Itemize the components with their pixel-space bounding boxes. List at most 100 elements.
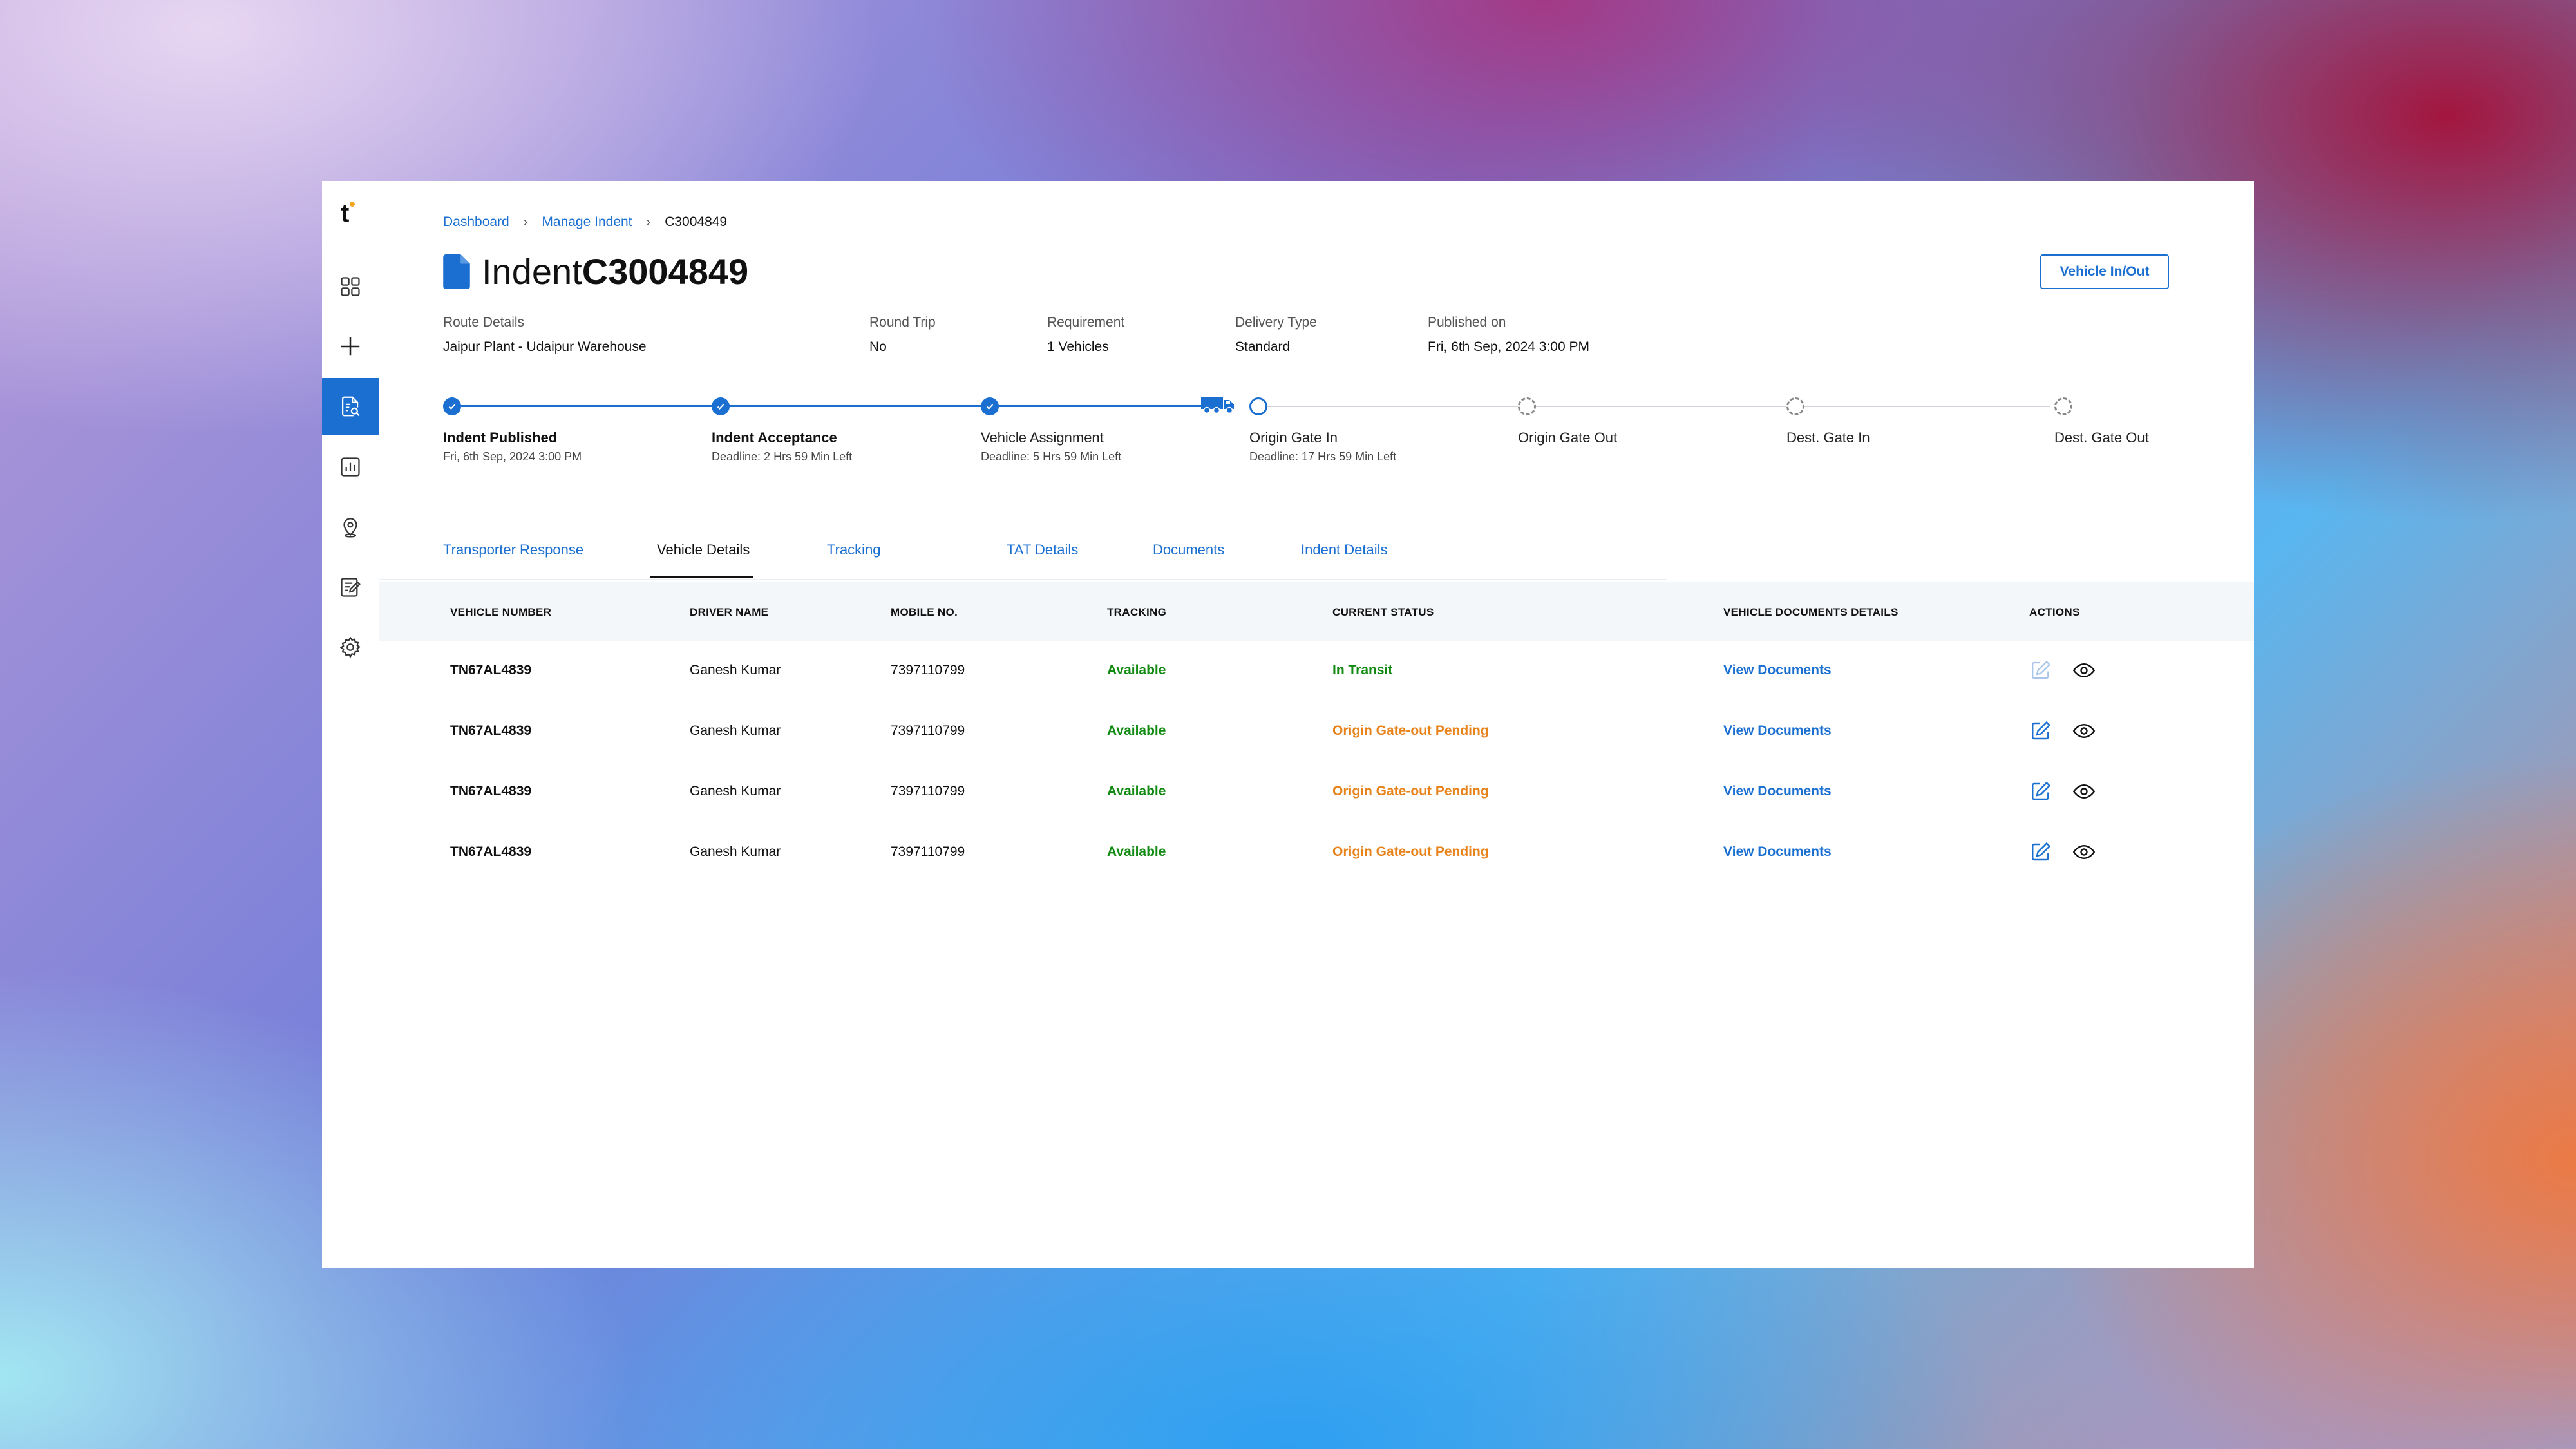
chevron-right-icon: ›	[523, 214, 528, 229]
step-subtitle: Deadline: 17 Hrs 59 Min Left	[1249, 450, 1397, 463]
meta-value: Fri, 6th Sep, 2024 3:00 PM	[1428, 339, 1589, 354]
column-header: CURRENT STATUS	[1332, 606, 1434, 618]
meta-label: Route Details	[443, 315, 525, 330]
plus-icon	[341, 337, 360, 356]
view-documents-link[interactable]: View Documents	[1723, 723, 1832, 739]
edit-list-icon	[341, 578, 361, 597]
check-icon	[981, 397, 999, 415]
vehicle-number: TN67AL4839	[450, 663, 532, 677]
vehicle-in-out-button[interactable]: Vehicle In/Out	[2040, 254, 2169, 289]
step-subtitle: Deadline: 2 Hrs 59 Min Left	[712, 450, 853, 463]
gear-icon	[339, 636, 361, 658]
edit-icon[interactable]	[2029, 840, 2052, 864]
current-status: Origin Gate-out Pending	[1332, 784, 1489, 799]
mobile-number: 7397110799	[891, 663, 965, 677]
driver-name: Ganesh Kumar	[690, 723, 781, 738]
meta-label: Published on	[1428, 315, 1506, 330]
meta-round-trip: Round Trip No	[869, 315, 936, 355]
document-search-icon	[342, 396, 360, 417]
progress-stepper: Indent Published Fri, 6th Sep, 2024 3:00…	[443, 393, 2164, 477]
pending-step-indicator	[1786, 397, 1804, 415]
step-title: Indent Published	[443, 430, 558, 446]
current-status: In Transit	[1332, 663, 1393, 677]
meta-label: Delivery Type	[1235, 315, 1317, 330]
table-row: TN67AL4839 Ganesh Kumar 7397110799 Avail…	[379, 822, 2254, 883]
step-subtitle: Fri, 6th Sep, 2024 3:00 PM	[443, 450, 582, 463]
stepper-line-done	[452, 405, 1206, 407]
meta-value: Standard	[1235, 339, 1291, 354]
current-step-indicator	[1249, 397, 1267, 415]
view-documents-link[interactable]: View Documents	[1723, 784, 1832, 799]
sidebar-item-settings[interactable]	[322, 619, 379, 676]
step-subtitle: Deadline: 5 Hrs 59 Min Left	[981, 450, 1122, 463]
eye-icon[interactable]	[2072, 840, 2096, 864]
breadcrumb-current: C3004849	[665, 214, 728, 229]
bar-chart-icon	[341, 457, 360, 477]
tab-vehicle-details[interactable]: Vehicle Details	[657, 542, 750, 558]
main-content: Dashboard › Manage Indent › C3004849 Ind…	[379, 181, 2254, 1268]
eye-icon[interactable]	[2072, 780, 2096, 803]
tab-documents[interactable]: Documents	[1153, 542, 1224, 558]
step-title: Vehicle Assignment	[981, 430, 1104, 446]
vehicle-number: TN67AL4839	[450, 844, 532, 859]
eye-icon[interactable]	[2072, 719, 2096, 743]
pending-step-indicator	[2054, 397, 2072, 415]
column-header: VEHICLE NUMBER	[450, 606, 552, 618]
vehicle-number: TN67AL4839	[450, 723, 532, 738]
table-header: VEHICLE NUMBER DRIVER NAME MOBILE NO. TR…	[379, 582, 2254, 641]
breadcrumb-dashboard[interactable]: Dashboard	[443, 214, 509, 230]
truck-icon	[1201, 397, 1234, 414]
dashboard-grid-icon	[341, 277, 360, 296]
current-status: Origin Gate-out Pending	[1332, 844, 1489, 859]
tab-bar: Transporter Response Vehicle Details Tra…	[379, 516, 1667, 580]
location-pin-icon	[343, 518, 357, 538]
view-documents-link[interactable]: View Documents	[1723, 844, 1832, 860]
tracking-status: Available	[1107, 844, 1166, 859]
stepper-line-pending	[1252, 406, 2050, 407]
column-header: VEHICLE DOCUMENTS DETAILS	[1723, 606, 1899, 618]
step-title: Origin Gate In	[1249, 430, 1338, 446]
meta-label: Requirement	[1047, 315, 1125, 330]
mobile-number: 7397110799	[891, 784, 965, 799]
edit-icon[interactable]	[2029, 659, 2052, 682]
sidebar-item-create[interactable]	[322, 318, 379, 375]
meta-route: Route Details Jaipur Plant - Udaipur War…	[443, 315, 647, 355]
column-header: MOBILE NO.	[891, 606, 958, 618]
meta-value: No	[869, 339, 887, 354]
edit-icon[interactable]	[2029, 780, 2052, 803]
sidebar-item-edit[interactable]	[322, 559, 379, 616]
meta-value: Jaipur Plant - Udaipur Warehouse	[443, 339, 647, 354]
page-title: IndentC3004849	[443, 251, 748, 292]
eye-icon[interactable]	[2072, 659, 2096, 682]
tracking-status: Available	[1107, 784, 1166, 799]
column-header: ACTIONS	[2029, 606, 2080, 618]
meta-requirement: Requirement 1 Vehicles	[1047, 315, 1124, 355]
logo-dot	[350, 202, 355, 207]
app-logo[interactable]: t	[341, 200, 360, 226]
tab-transporter-response[interactable]: Transporter Response	[443, 542, 583, 558]
step-title: Origin Gate Out	[1518, 430, 1618, 446]
step-title: Dest. Gate In	[1786, 430, 1870, 446]
app-window: t Dashboard › Manage Indent › C3004849 I…	[322, 181, 2254, 1268]
tab-tat-details[interactable]: TAT Details	[1007, 542, 1078, 558]
tab-indent-details[interactable]: Indent Details	[1301, 542, 1388, 558]
table-row: TN67AL4839 Ganesh Kumar 7397110799 Avail…	[379, 701, 2254, 762]
sidebar-item-reports[interactable]	[322, 439, 379, 495]
meta-label: Round Trip	[869, 315, 936, 330]
vehicle-number: TN67AL4839	[450, 784, 532, 799]
tracking-status: Available	[1107, 663, 1166, 677]
meta-published-on: Published on Fri, 6th Sep, 2024 3:00 PM	[1428, 315, 1589, 355]
edit-icon[interactable]	[2029, 719, 2052, 743]
view-documents-link[interactable]: View Documents	[1723, 663, 1832, 678]
active-tab-underline	[650, 576, 753, 578]
logo-text: t	[341, 199, 350, 227]
sidebar-item-dashboard[interactable]	[322, 258, 379, 315]
sidebar-item-locations[interactable]	[322, 498, 379, 555]
mobile-number: 7397110799	[891, 723, 965, 738]
tab-tracking[interactable]: Tracking	[827, 542, 881, 558]
sidebar-item-manage-indent[interactable]	[322, 378, 379, 435]
tracking-status: Available	[1107, 723, 1166, 738]
meta-delivery-type: Delivery Type Standard	[1235, 315, 1317, 355]
breadcrumb-manage-indent[interactable]: Manage Indent	[542, 214, 632, 230]
current-status: Origin Gate-out Pending	[1332, 723, 1489, 738]
